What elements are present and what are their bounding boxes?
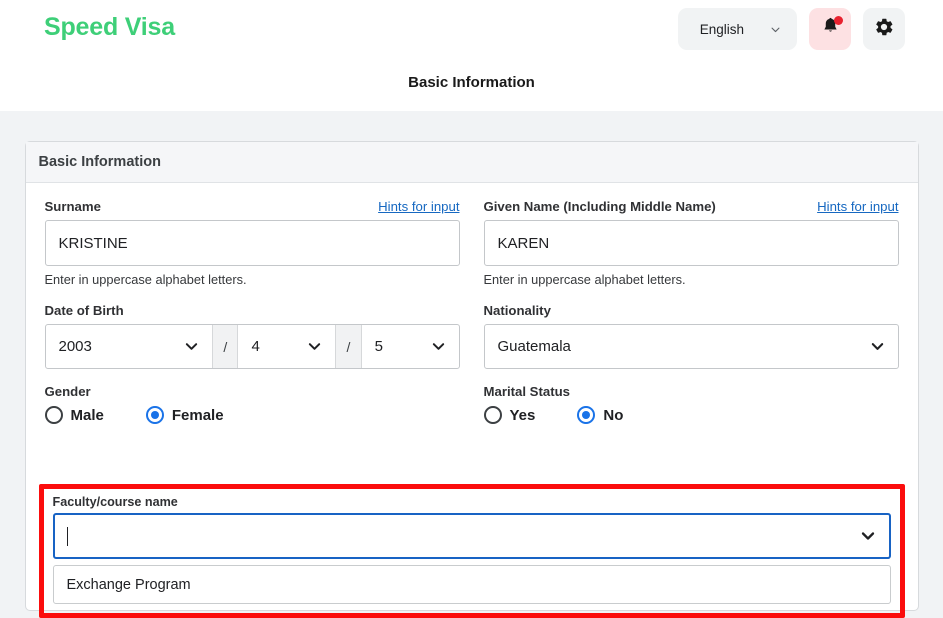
faculty-course-suggestions: Exchange Program	[52, 565, 891, 604]
birth-year-select[interactable]: 2003	[46, 325, 213, 368]
given-name-note: Enter in uppercase alphabet letters.	[483, 272, 686, 287]
chevron-down-icon	[870, 339, 885, 354]
card-body: Surname Hints for input Enter in upperca…	[26, 183, 918, 424]
surname-label-row: Surname Hints for input	[45, 199, 460, 214]
date-of-birth-field: Date of Birth 2003 / 4 / 5	[44, 303, 460, 369]
gender-marital-row: Gender Male Female Marital Status Yes No	[44, 384, 899, 424]
given-name-label-row: Given Name (Including Middle Name) Hints…	[484, 199, 899, 214]
birth-month-value: 4	[251, 338, 260, 355]
radio-checked-icon	[577, 406, 596, 424]
faculty-course-label: Faculty/course name	[52, 495, 178, 509]
marital-status-option-no[interactable]: No	[577, 406, 623, 424]
dob-nationality-row: Date of Birth 2003 / 4 / 5 Nationality G…	[44, 303, 899, 369]
marital-status-field: Marital Status Yes No	[483, 384, 899, 424]
date-separator: /	[212, 325, 239, 368]
gender-option-male[interactable]: Male	[44, 406, 104, 424]
birth-month-select[interactable]: 4	[238, 325, 335, 368]
marital-status-option-yes[interactable]: Yes	[483, 406, 536, 424]
surname-hints-link[interactable]: Hints for input	[378, 199, 459, 214]
faculty-course-input[interactable]	[52, 513, 891, 559]
app-logo: Speed Visa	[44, 13, 175, 41]
chevron-down-icon	[431, 339, 446, 354]
gender-option-female[interactable]: Female	[145, 406, 224, 424]
suggestion-item[interactable]: Exchange Program	[54, 566, 890, 603]
settings-button[interactable]	[863, 8, 905, 50]
nationality-field: Nationality Guatemala	[483, 303, 899, 369]
nationality-select[interactable]: Guatemala	[483, 324, 899, 369]
name-row: Surname Hints for input Enter in upperca…	[44, 199, 899, 287]
nationality-label: Nationality	[483, 303, 551, 318]
surname-label: Surname	[44, 199, 101, 214]
page-content: Basic Information Surname Hints for inpu…	[0, 111, 943, 618]
nationality-value: Guatemala	[497, 338, 571, 355]
faculty-course-highlight: Faculty/course name Exchange Program	[38, 484, 905, 618]
chevron-down-icon	[184, 339, 199, 354]
surname-field: Surname Hints for input Enter in upperca…	[44, 199, 460, 287]
date-separator: /	[335, 325, 362, 368]
language-selector[interactable]: English	[677, 8, 797, 50]
card-title: Basic Information	[25, 142, 918, 183]
marital-status-option-yes-label: Yes	[509, 406, 536, 424]
radio-unchecked-icon	[44, 406, 63, 424]
marital-status-radio-group: Yes No	[483, 406, 899, 424]
app-header: Speed Visa English Basic Information	[0, 0, 943, 111]
settings-gear-icon	[873, 16, 895, 43]
language-selector-label: English	[699, 21, 744, 37]
birth-day-select[interactable]: 5	[362, 325, 459, 368]
birth-day-value: 5	[374, 338, 383, 355]
notification-badge	[834, 16, 843, 25]
gender-field: Gender Male Female	[44, 384, 460, 424]
chevron-down-icon	[770, 22, 781, 33]
gender-option-male-label: Male	[70, 406, 104, 424]
given-name-label: Given Name (Including Middle Name)	[484, 199, 716, 214]
notifications-button[interactable]	[809, 8, 851, 50]
date-of-birth-group: 2003 / 4 / 5	[44, 324, 460, 369]
birth-year-value: 2003	[58, 338, 92, 355]
gender-radio-group: Male Female	[44, 406, 460, 424]
header-actions: English	[677, 8, 905, 50]
gender-label: Gender	[44, 384, 91, 399]
surname-note: Enter in uppercase alphabet letters.	[44, 272, 247, 287]
given-name-input[interactable]	[483, 220, 899, 266]
radio-unchecked-icon	[483, 406, 502, 424]
text-caret	[66, 526, 68, 546]
given-name-label-main: Given Name	[483, 199, 560, 214]
marital-status-option-no-label: No	[603, 406, 624, 424]
gender-option-female-label: Female	[171, 406, 224, 424]
given-name-field: Given Name (Including Middle Name) Hints…	[483, 199, 899, 287]
radio-checked-icon	[145, 406, 164, 424]
marital-status-label: Marital Status	[483, 384, 570, 399]
chevron-down-icon	[307, 339, 322, 354]
given-name-label-extra: (Including Middle Name)	[563, 199, 716, 214]
basic-information-card: Basic Information Surname Hints for inpu…	[24, 141, 919, 618]
given-name-hints-link[interactable]: Hints for input	[817, 199, 898, 214]
chevron-down-icon[interactable]	[860, 528, 876, 544]
page-title: Basic Information	[408, 74, 535, 91]
date-of-birth-label: Date of Birth	[44, 303, 124, 318]
surname-input[interactable]	[44, 220, 460, 266]
